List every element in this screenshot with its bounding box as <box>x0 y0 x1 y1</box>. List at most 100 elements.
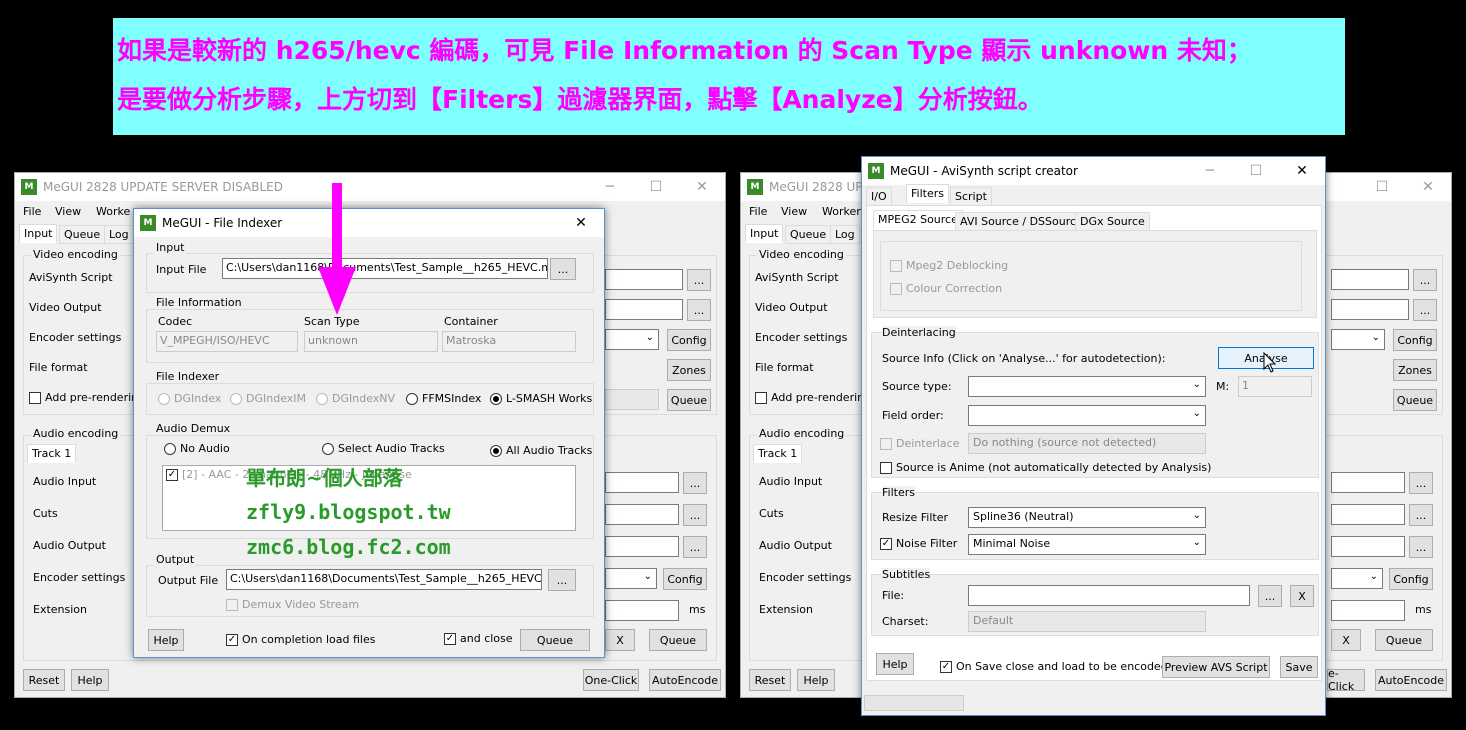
subtitle-clear-button[interactable]: X <box>1290 585 1314 607</box>
audio-output-field[interactable] <box>605 536 679 557</box>
audio-clear-button[interactable]: X <box>605 629 635 651</box>
reset-button[interactable]: Reset <box>749 669 791 691</box>
subtab-mpeg2[interactable]: MPEG2 Source <box>873 210 963 229</box>
close-icon[interactable]: ✕ <box>1279 157 1325 185</box>
indexer-queue-button[interactable]: Queue <box>520 629 590 651</box>
minimize-icon[interactable]: ─ <box>587 173 633 201</box>
help-button[interactable]: Help <box>797 669 835 691</box>
resize-filter-select[interactable]: Spline36 (Neutral) ⌄ <box>968 507 1206 528</box>
audio-config-button[interactable]: Config <box>1389 568 1433 590</box>
delay-stepper[interactable] <box>1331 600 1405 621</box>
avisynth-browse-button[interactable]: ... <box>687 269 711 291</box>
close-icon[interactable]: ✕ <box>558 209 604 237</box>
config-button[interactable]: Config <box>1393 329 1437 351</box>
menu-view[interactable]: View <box>781 205 807 218</box>
tab-filters[interactable]: Filters <box>906 184 949 203</box>
audio-queue-button[interactable]: Queue <box>649 629 707 651</box>
close-icon[interactable]: ✕ <box>1405 173 1451 201</box>
tab-script[interactable]: Script <box>950 187 992 206</box>
config-button[interactable]: Config <box>667 329 711 351</box>
audio-output-field[interactable] <box>1331 536 1405 557</box>
tab-input[interactable]: Input <box>19 224 58 243</box>
menu-view[interactable]: View <box>55 205 81 218</box>
save-button[interactable]: Save <box>1280 656 1318 678</box>
tab-track-1[interactable]: Track 1 <box>27 444 77 463</box>
close-icon[interactable]: ✕ <box>679 173 725 201</box>
minimize-icon[interactable]: ─ <box>1187 157 1233 185</box>
tab-queue[interactable]: Queue <box>785 225 832 244</box>
subtitle-file-input[interactable] <box>968 585 1250 606</box>
tab-input[interactable]: Input <box>745 224 784 243</box>
subtab-dgx[interactable]: DGx Source <box>1075 212 1150 231</box>
select-audio-radio[interactable]: Select Audio Tracks <box>322 442 445 455</box>
avisynth-browse-button[interactable]: ... <box>1413 269 1437 291</box>
help-button[interactable]: Help <box>71 669 109 691</box>
noise-filter-checkbox[interactable]: ✓ Noise Filter <box>880 537 957 550</box>
one-click-button[interactable]: e-Click <box>1327 667 1365 693</box>
dgindexnv-radio[interactable]: DGIndexNV <box>316 392 395 405</box>
menu-file[interactable]: File <box>749 205 767 218</box>
delay-stepper[interactable] <box>605 600 679 621</box>
preview-avs-button[interactable]: Preview AVS Script <box>1162 656 1270 678</box>
field-order-select[interactable]: ⌄ <box>968 405 1206 426</box>
lsmash-radio[interactable]: L-SMASH Works <box>490 392 592 405</box>
input-file-field[interactable]: C:\Users\dan1168\Documents\Test_Sample__… <box>222 258 548 279</box>
file-format-select[interactable] <box>605 389 659 410</box>
video-output-browse-button[interactable]: ... <box>1413 299 1437 321</box>
video-queue-button[interactable]: Queue <box>667 389 711 411</box>
dgindexim-radio[interactable]: DGIndexIM <box>230 392 306 405</box>
audio-input-browse-button[interactable]: ... <box>683 472 707 494</box>
source-type-select[interactable]: ⌄ <box>968 376 1206 397</box>
reset-button[interactable]: Reset <box>23 669 65 691</box>
input-browse-button[interactable]: ... <box>550 258 576 280</box>
colour-correction-checkbox[interactable]: Colour Correction <box>890 282 1002 295</box>
on-save-close-checkbox[interactable]: ✓ On Save close and load to be encoded <box>940 660 1168 673</box>
cuts-browse-button[interactable]: ... <box>1409 504 1433 526</box>
audio-input-browse-button[interactable]: ... <box>1409 472 1433 494</box>
video-queue-button[interactable]: Queue <box>1393 389 1437 411</box>
zones-button[interactable]: Zones <box>1393 359 1437 381</box>
audio-clear-button[interactable]: X <box>1331 629 1361 651</box>
audio-encoder-select[interactable]: ⌄ <box>1331 568 1383 589</box>
charset-select[interactable]: Default <box>968 611 1206 632</box>
m-stepper[interactable]: 1 <box>1238 376 1312 397</box>
cuts-browse-button[interactable]: ... <box>683 504 707 526</box>
encoder-select[interactable]: ⌄ <box>605 329 659 350</box>
one-click-button[interactable]: One-Click <box>583 669 639 691</box>
maximize-icon[interactable]: ☐ <box>1233 157 1279 185</box>
avs-help-button[interactable]: Help <box>876 653 914 675</box>
audio-input-field[interactable] <box>605 472 679 493</box>
deinterlace-checkbox[interactable]: Deinterlace <box>880 437 959 450</box>
encoder-select[interactable]: ⌄ <box>1331 329 1385 350</box>
tab-io[interactable]: I/O <box>866 187 892 206</box>
add-prerender-checkbox[interactable]: Add pre-rendering <box>755 391 871 404</box>
audio-output-browse-button[interactable]: ... <box>683 536 707 558</box>
add-prerender-checkbox[interactable]: Add pre-rendering <box>29 391 145 404</box>
avisynth-input[interactable] <box>1331 269 1409 290</box>
video-output-browse-button[interactable]: ... <box>687 299 711 321</box>
maximize-icon[interactable]: ☐ <box>633 173 679 201</box>
tab-log[interactable]: Log <box>104 225 134 244</box>
subtab-avi[interactable]: AVI Source / DSSource <box>955 212 1088 231</box>
output-file-field[interactable]: C:\Users\dan1168\Documents\Test_Sample__… <box>226 569 542 590</box>
autoencode-button[interactable]: AutoEncode <box>649 669 721 691</box>
audio-encoder-select[interactable]: ⌄ <box>605 568 657 589</box>
output-browse-button[interactable]: ... <box>548 569 576 591</box>
noise-filter-select[interactable]: Minimal Noise ⌄ <box>968 534 1206 555</box>
maximize-icon[interactable]: ☐ <box>1359 173 1405 201</box>
menu-file[interactable]: File <box>23 205 41 218</box>
video-output-input[interactable] <box>1331 299 1409 320</box>
tab-track-1[interactable]: Track 1 <box>753 444 803 463</box>
tab-queue[interactable]: Queue <box>59 225 106 244</box>
menu-worker[interactable]: Worker <box>822 205 861 218</box>
cuts-field[interactable] <box>1331 504 1405 525</box>
all-audio-radio[interactable]: All Audio Tracks <box>490 444 592 457</box>
autoencode-button[interactable]: AutoEncode <box>1375 669 1447 691</box>
and-close-checkbox[interactable]: ✓ and close <box>444 632 513 645</box>
no-audio-radio[interactable]: No Audio <box>164 442 230 455</box>
avisynth-input[interactable] <box>605 269 683 290</box>
tab-log[interactable]: Log <box>830 225 860 244</box>
demux-video-checkbox[interactable]: Demux Video Stream <box>226 598 359 611</box>
mpeg2-deblocking-checkbox[interactable]: Mpeg2 Deblocking <box>890 259 1008 272</box>
deinterlace-select[interactable]: Do nothing (source not detected) <box>968 433 1206 454</box>
